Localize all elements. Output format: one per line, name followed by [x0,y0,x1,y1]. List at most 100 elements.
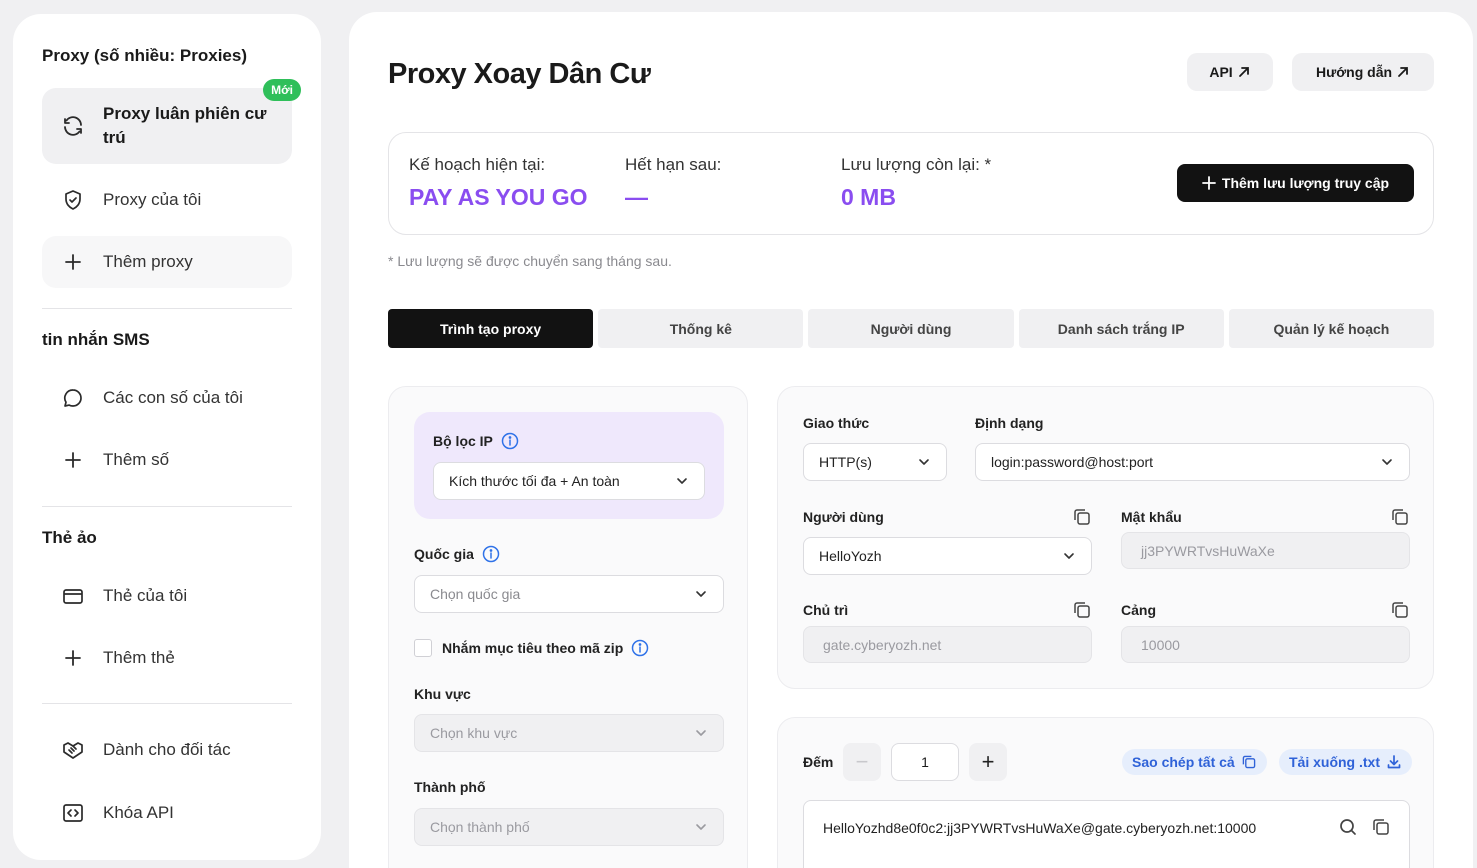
sidebar-item-add-number[interactable]: Thêm số [42,434,292,486]
search-icon[interactable] [1338,817,1358,837]
increment-button[interactable]: + [969,743,1007,781]
tab-proxy-generator[interactable]: Trình tạo proxy [388,309,594,348]
expires-value: — [625,184,648,210]
api-button-label: API [1209,64,1233,80]
zip-targeting-checkbox[interactable] [414,639,432,657]
count-input[interactable]: 1 [891,743,959,781]
guide-button[interactable]: Hướng dẫn [1292,53,1434,91]
region-label: Khu vực [414,686,471,702]
section-title-proxy: Proxy (số nhiều: Proxies) [42,46,247,65]
chevron-down-icon [1380,455,1394,469]
arrow-up-right-icon [1237,65,1251,79]
sidebar-item-label: Thêm số [103,450,170,469]
zip-label-row: Nhắm mục tiêu theo mã zip [442,639,649,657]
plan-summary: Kế hoạch hiện tại: PAY AS YOU GO Hết hạn… [388,132,1434,235]
user-select[interactable]: HelloYozh [803,537,1092,575]
sidebar-item-api-key[interactable]: Khóa API [42,787,292,839]
sidebar-item-label: Proxy của tôi [103,190,202,209]
count-label: Đếm [803,754,834,770]
copy-all-label: Sao chép tất cả [1132,754,1235,770]
sidebar: Proxy (số nhiều: Proxies) Proxy luân phi… [13,14,321,860]
copy-icon[interactable] [1072,600,1092,620]
shield-check-icon [61,188,85,212]
tab-users[interactable]: Người dùng [808,309,1014,348]
country-placeholder: Chọn quốc gia [430,586,521,602]
plus-icon [61,646,85,670]
add-traffic-button[interactable]: Thêm lưu lượng truy cập [1177,164,1414,202]
zip-label: Nhắm mục tiêu theo mã zip [442,640,624,656]
password-field[interactable]: jj3PYWRTvsHuWaXe [1121,532,1410,569]
user-value: HelloYozh [819,548,882,564]
sidebar-item-add-proxy[interactable]: Thêm proxy [42,236,292,288]
host-field[interactable]: gate.cyberyozh.net [803,626,1092,663]
sidebar-item-my-cards[interactable]: Thẻ của tôi [42,570,292,622]
ip-filter-label-row: Bộ lọc IP [433,432,519,450]
info-icon[interactable] [482,545,500,563]
ip-filter-label: Bộ lọc IP [433,433,493,449]
country-label-row: Quốc gia [414,545,500,563]
proxy-output-box[interactable]: HelloYozhd8e0f0c2:jj3PYWRTvsHuWaXe@gate.… [803,800,1410,868]
country-select[interactable]: Chọn quốc gia [414,575,724,613]
info-icon[interactable] [501,432,519,450]
copy-icon [1241,754,1257,770]
region-select[interactable]: Chọn khu vực [414,714,724,752]
download-txt-button[interactable]: Tải xuống .txt [1279,749,1412,775]
tab-plan-management[interactable]: Quản lý kế hoạch [1228,309,1435,348]
copy-icon[interactable] [1371,817,1391,837]
sidebar-item-my-proxy[interactable]: Proxy của tôi [42,174,292,226]
current-plan: Kế hoạch hiện tại: PAY AS YOU GO [409,155,588,211]
filters-panel: Bộ lọc IP Kích thước tối đa + An toàn Qu… [388,386,748,868]
sidebar-item-add-card[interactable]: Thêm thẻ [42,632,292,684]
chat-bubble-icon [61,386,85,410]
sidebar-item-partners[interactable]: Dành cho đối tác [42,724,292,776]
password-label: Mật khẩu [1121,509,1182,525]
info-icon[interactable] [631,639,649,657]
current-plan-label: Kế hoạch hiện tại: [409,155,546,174]
tab-bar: Trình tạo proxy Thống kê Người dùng Danh… [388,309,1435,348]
copy-icon[interactable] [1390,507,1410,527]
user-label: Người dùng [803,509,884,525]
guide-button-label: Hướng dẫn [1315,64,1393,80]
copy-all-button[interactable]: Sao chép tất cả [1122,749,1267,775]
sidebar-item-label: Các con số của tôi [103,388,243,407]
sidebar-item-my-numbers[interactable]: Các con số của tôi [42,372,292,424]
output-panel: Đếm − 1 + Sao chép tất cả Tải xuống .txt… [777,717,1434,868]
plus-icon [61,250,85,274]
code-brackets-icon [61,801,85,825]
api-button[interactable]: API [1187,53,1273,91]
main-content: Proxy Xoay Dân Cư API Hướng dẫn Kế hoạch… [349,12,1473,868]
section-title-cards: Thẻ ảo [42,528,97,547]
copy-icon[interactable] [1072,507,1092,527]
city-select[interactable]: Chọn thành phố [414,808,724,846]
proxy-output-line: HelloYozhd8e0f0c2:jj3PYWRTvsHuWaXe@gate.… [823,820,1257,836]
protocol-select[interactable]: HTTP(s) [803,443,947,481]
port-field[interactable]: 10000 [1121,626,1410,663]
new-badge: Mới [263,79,301,101]
copy-icon[interactable] [1390,600,1410,620]
format-select[interactable]: login:password@host:port [975,443,1410,481]
region-placeholder: Chọn khu vực [430,725,518,741]
sidebar-item-rotating-proxy[interactable]: Proxy luân phiên cư trú Mới [42,79,301,164]
tab-ip-whitelist[interactable]: Danh sách trắng IP [1018,309,1224,348]
add-traffic-label: Thêm lưu lượng truy cập [1221,175,1390,191]
expires: Hết hạn sau: — [625,155,721,211]
chevron-down-icon [675,474,689,488]
sidebar-item-label: Khóa API [103,803,174,822]
chevron-down-icon [917,455,931,469]
page-title: Proxy Xoay Dân Cư [388,58,651,90]
tab-statistics[interactable]: Thống kê [598,309,804,348]
chevron-down-icon [694,820,708,834]
sidebar-item-label: Thẻ của tôi [103,586,188,605]
chevron-down-icon [1062,549,1076,563]
format-label: Định dạng [975,415,1044,431]
decrement-button[interactable]: − [843,743,881,781]
sidebar-item-label: Thêm thẻ [103,648,175,667]
traffic-note: * Lưu lượng sẽ được chuyển sang tháng sa… [388,253,672,269]
credit-card-icon [61,584,85,608]
ip-filter-value: Kích thước tối đa + An toàn [449,473,620,489]
refresh-icon [61,114,85,138]
plus-icon [61,448,85,472]
ip-filter-select[interactable]: Kích thước tối đa + An toàn [433,462,705,500]
protocol-value: HTTP(s) [819,454,872,470]
divider [42,506,292,507]
